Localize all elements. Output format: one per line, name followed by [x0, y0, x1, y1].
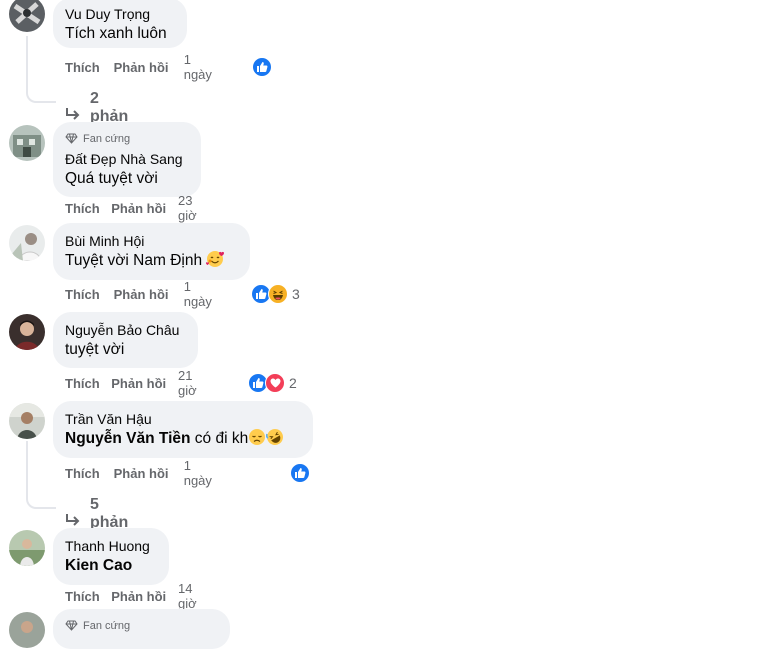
comment-actions: Thích Phản hồi 23 giờ: [65, 193, 211, 223]
reaction-summary[interactable]: 2: [248, 373, 297, 393]
like-button[interactable]: Thích: [65, 589, 111, 604]
timestamp[interactable]: 14 giờ: [178, 581, 211, 611]
comment-text: Nguyễn Văn Tiền có đi kh: [65, 428, 301, 452]
comment-text: Tích xanh luôn: [65, 25, 167, 42]
comment-bubble: Fan cứng Đất Đẹp Nhà Sang Quá tuyệt vời: [53, 122, 201, 197]
reply-button[interactable]: Phản hồi: [114, 60, 184, 75]
comment-bubble: Vu Duy Trọng Tích xanh luôn: [53, 0, 187, 48]
reply-button[interactable]: Phản hồi: [111, 376, 178, 391]
comment-bubble: Fan cứng: [53, 609, 230, 649]
comment-actions: Thích Phản hồi 1 ngày: [65, 458, 220, 488]
rolling-laughing-face-icon: [266, 428, 284, 452]
smiling-face-with-hearts-icon: [206, 250, 225, 274]
reaction-summary[interactable]: [290, 463, 310, 483]
timestamp[interactable]: 1 ngày: [184, 279, 221, 309]
comment-actions: Thích Phản hồi 14 giờ: [65, 581, 211, 611]
reaction-count[interactable]: 2: [289, 375, 297, 391]
reply-button[interactable]: Phản hồi: [111, 201, 178, 216]
thread-connector: [26, 36, 56, 103]
comment-bubble: Trần Văn Hậu Nguyễn Văn Tiền có đi kh: [53, 401, 313, 458]
comment-bubble: Nguyễn Bảo Châu tuyệt vời: [53, 312, 198, 368]
thread-connector: [26, 441, 56, 509]
avatar[interactable]: [9, 225, 45, 261]
avatar[interactable]: [9, 0, 45, 32]
timestamp[interactable]: 23 giờ: [178, 193, 211, 223]
mention-link[interactable]: Nguyễn Văn Tiền: [65, 430, 190, 447]
comment-text-content: có đi kh: [194, 430, 249, 447]
fan-badge[interactable]: Fan cứng: [65, 618, 218, 633]
timestamp[interactable]: 1 ngày: [184, 52, 221, 82]
avatar[interactable]: [9, 314, 45, 350]
avatar[interactable]: [9, 403, 45, 439]
fan-badge[interactable]: Fan cứng: [65, 131, 189, 146]
comment-author[interactable]: Đất Đẹp Nhà Sang: [65, 150, 189, 168]
like-button[interactable]: Thích: [65, 287, 114, 302]
disappointed-face-icon: [248, 428, 266, 452]
comment-author[interactable]: Trần Văn Hậu: [65, 410, 301, 428]
comment-actions: Thích Phản hồi 1 ngày: [65, 52, 220, 82]
comment-author[interactable]: Thanh Huong: [65, 537, 157, 555]
like-button[interactable]: Thích: [65, 466, 114, 481]
diamond-icon: [65, 133, 78, 144]
comment-author[interactable]: Vu Duy Trọng: [65, 5, 175, 23]
avatar[interactable]: [9, 125, 45, 161]
like-button[interactable]: Thích: [65, 376, 111, 391]
like-reaction-icon: [290, 463, 310, 483]
comment-text: Tuyệt vời Nam Định: [65, 250, 238, 274]
reply-button[interactable]: Phản hồi: [114, 287, 184, 302]
mention-link[interactable]: Kien Cao: [65, 557, 132, 574]
timestamp[interactable]: 21 giờ: [178, 368, 211, 398]
timestamp[interactable]: 1 ngày: [184, 458, 221, 488]
reaction-summary[interactable]: [252, 57, 272, 77]
comment-text: tuyệt vời: [65, 341, 125, 358]
comment-author[interactable]: Bùi Minh Hội: [65, 232, 238, 250]
comment-text: Kien Cao: [65, 555, 157, 576]
like-button[interactable]: Thích: [65, 201, 111, 216]
comment-bubble: Bùi Minh Hội Tuyệt vời Nam Định: [53, 223, 250, 280]
diamond-icon: [65, 620, 78, 631]
reply-button[interactable]: Phản hồi: [114, 466, 184, 481]
avatar[interactable]: [9, 530, 45, 566]
comment-author[interactable]: Nguyễn Bảo Châu: [65, 321, 186, 339]
reaction-summary[interactable]: 3: [251, 284, 300, 304]
comment-text-content: Tuyệt vời Nam Định: [65, 252, 203, 269]
reply-button[interactable]: Phản hồi: [111, 589, 178, 604]
badge-label: Fan cứng: [83, 619, 131, 632]
comment-bubble: Thanh Huong Kien Cao: [53, 528, 169, 585]
comment-actions: Thích Phản hồi 1 ngày: [65, 279, 220, 309]
badge-label: Fan cứng: [83, 132, 131, 145]
haha-reaction-icon: [268, 284, 288, 304]
reaction-count[interactable]: 3: [292, 286, 300, 302]
like-button[interactable]: Thích: [65, 60, 114, 75]
comment-actions: Thích Phản hồi 21 giờ: [65, 368, 211, 398]
avatar[interactable]: [9, 612, 45, 648]
love-reaction-icon: [265, 373, 285, 393]
like-reaction-icon: [252, 57, 272, 77]
comment-text: Quá tuyệt vời: [65, 170, 158, 187]
